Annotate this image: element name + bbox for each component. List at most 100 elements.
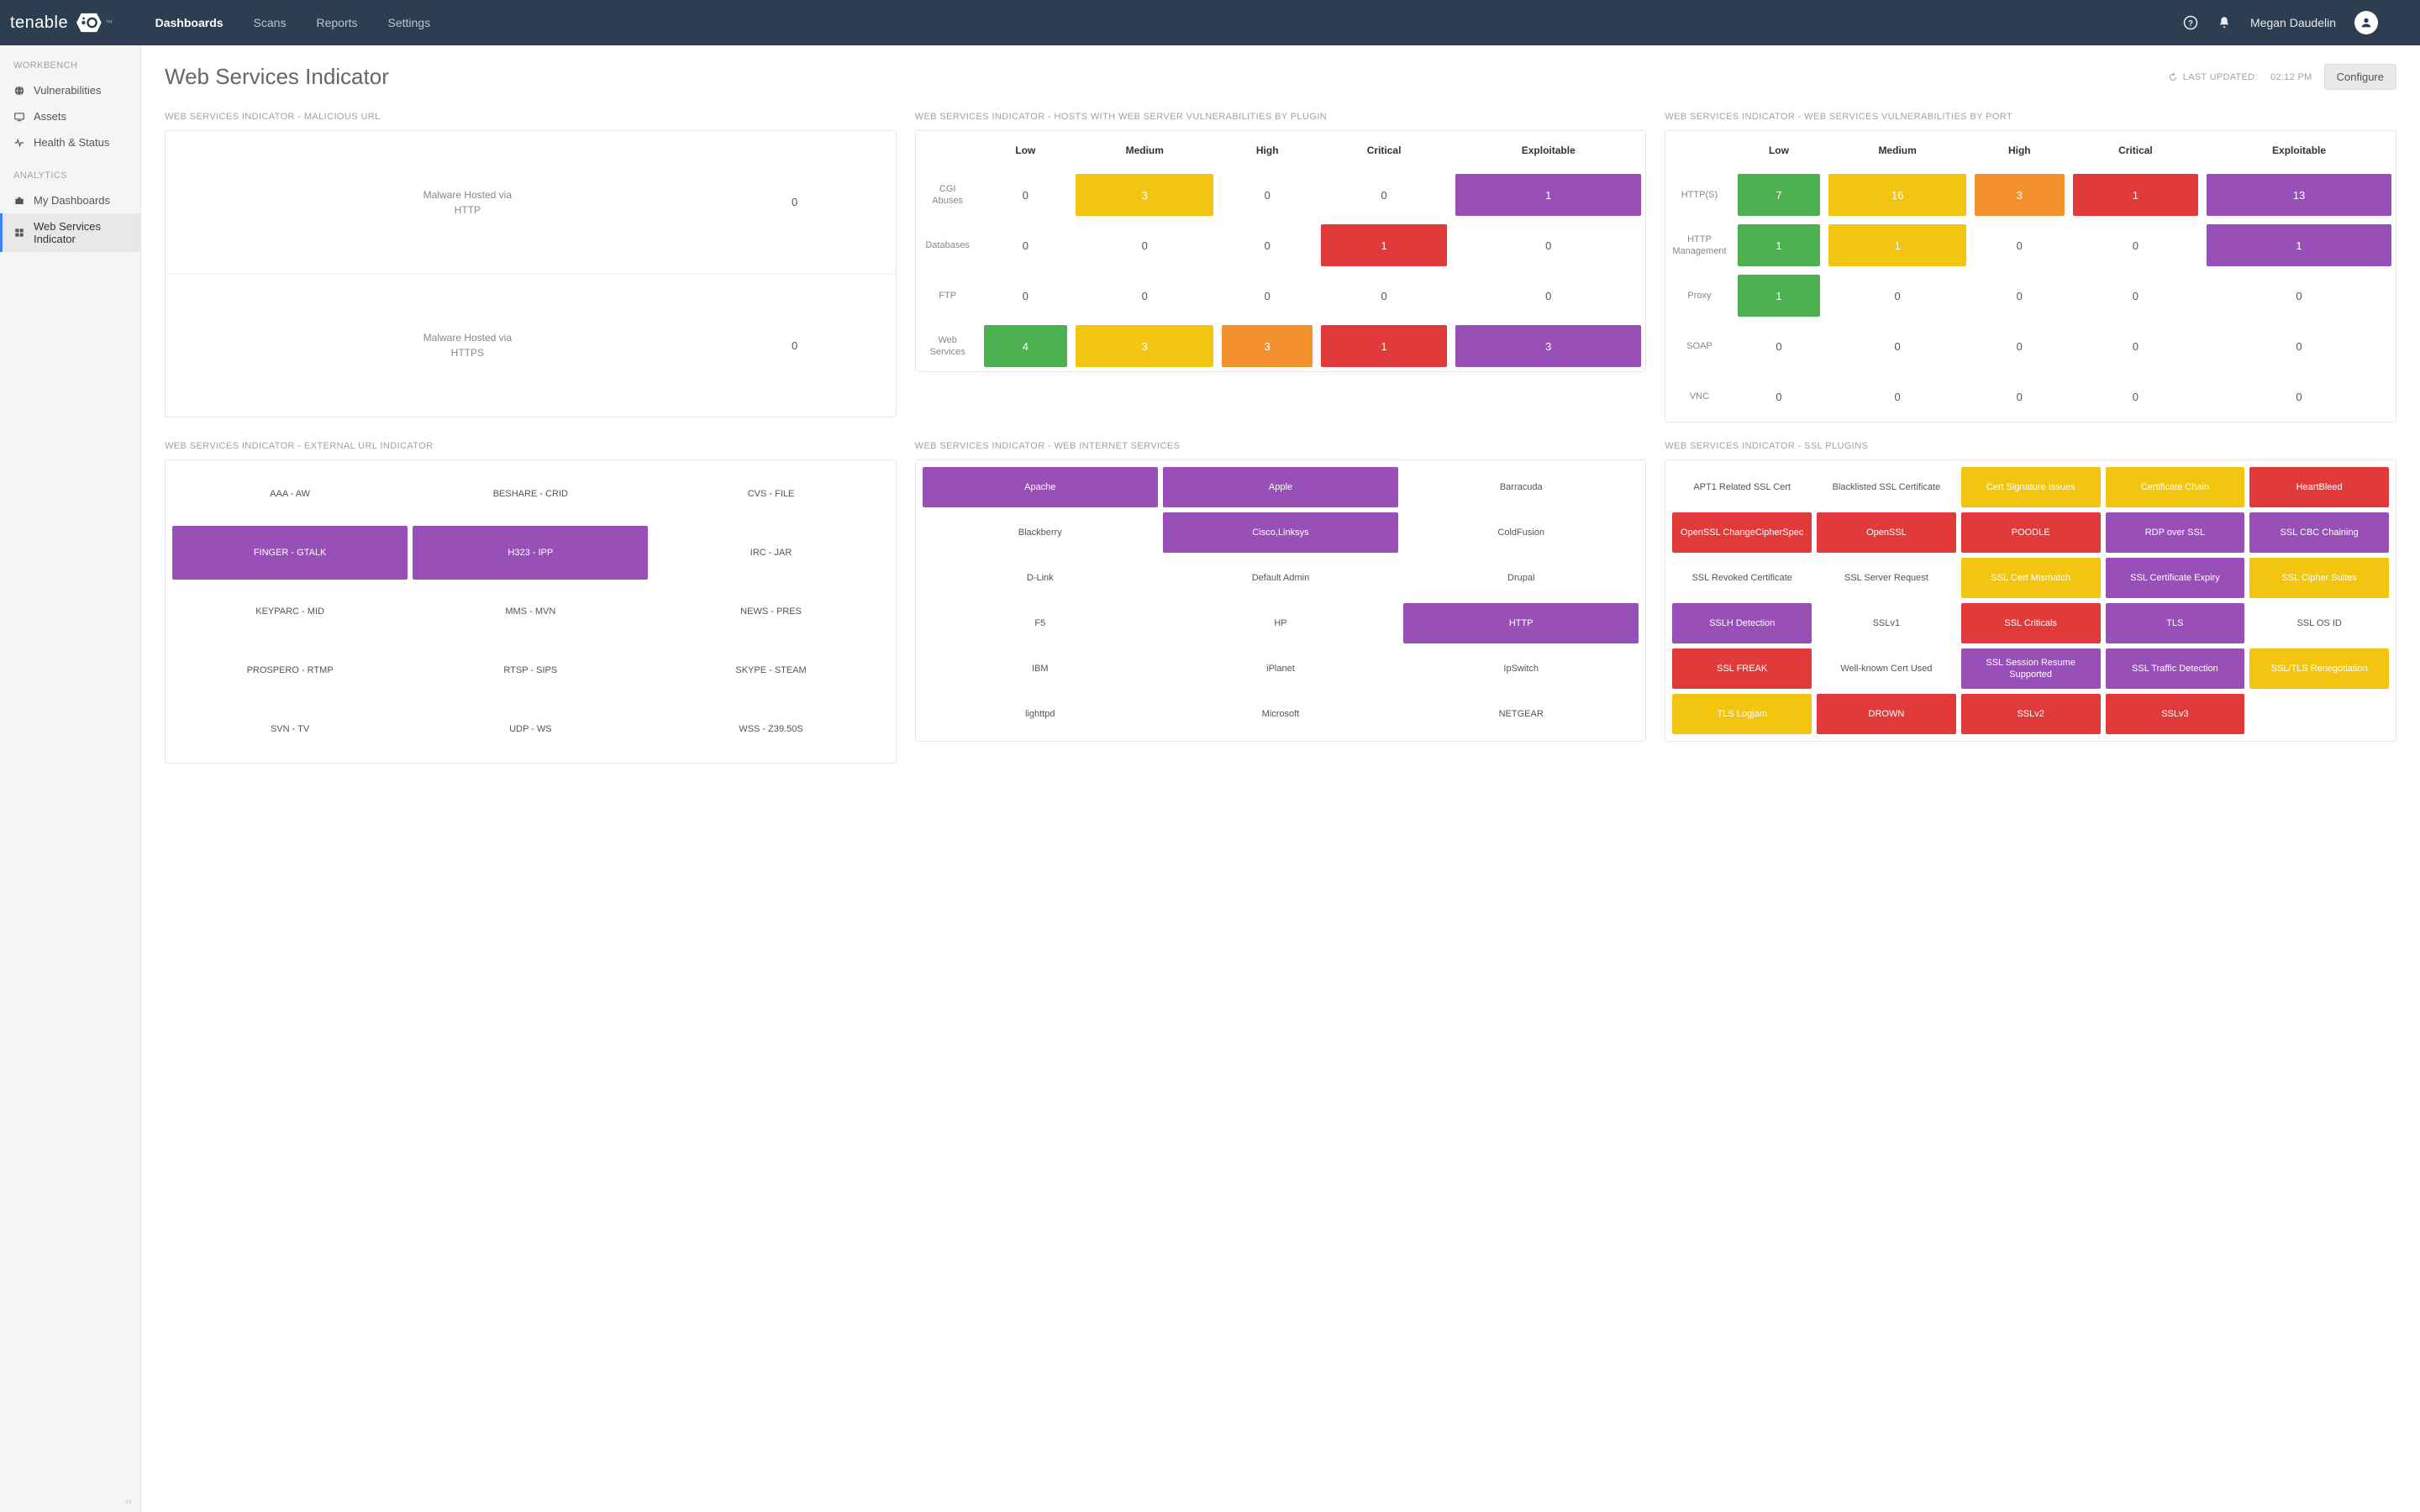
help-icon[interactable]: ?: [2183, 15, 2198, 30]
sidebar-collapse-icon[interactable]: ‹‹: [125, 1495, 132, 1507]
indicator-tile[interactable]: D-Link: [923, 558, 1158, 598]
indicator-tile[interactable]: SKYPE - STEAM: [653, 643, 888, 697]
matrix-cell[interactable]: 0: [1076, 275, 1213, 317]
indicator-tile[interactable]: APT1 Related SSL Cert: [1672, 467, 1812, 507]
matrix-cell[interactable]: 0: [2073, 224, 2198, 266]
indicator-tile[interactable]: UDP - WS: [413, 702, 648, 756]
matrix-cell[interactable]: 0: [1828, 325, 1965, 367]
matrix-cell[interactable]: 1: [1455, 174, 1641, 216]
indicator-tile[interactable]: SSL Cipher Suites: [2249, 558, 2389, 598]
indicator-tile[interactable]: POODLE: [1961, 512, 2101, 553]
indicator-tile[interactable]: Blacklisted SSL Certificate: [1817, 467, 1956, 507]
indicator-tile[interactable]: SSLH Detection: [1672, 603, 1812, 643]
matrix-cell[interactable]: 0: [2073, 325, 2198, 367]
list-row[interactable]: Malware Hosted viaHTTPS0: [166, 274, 896, 417]
indicator-tile[interactable]: Barracuda: [1403, 467, 1639, 507]
indicator-tile[interactable]: DROWN: [1817, 694, 1956, 734]
matrix-cell[interactable]: 1: [1321, 325, 1447, 367]
avatar[interactable]: [2354, 11, 2378, 34]
nav-reports[interactable]: Reports: [316, 16, 357, 29]
matrix-cell[interactable]: 1: [1738, 224, 1821, 266]
matrix-cell[interactable]: 0: [1222, 224, 1313, 266]
matrix-cell[interactable]: 0: [1222, 174, 1313, 216]
sidebar-item-assets[interactable]: Assets: [0, 103, 140, 129]
indicator-tile[interactable]: Default Admin: [1163, 558, 1398, 598]
indicator-tile[interactable]: Microsoft: [1163, 694, 1398, 734]
indicator-tile[interactable]: SSL Traffic Detection: [2106, 648, 2245, 689]
indicator-tile[interactable]: PROSPERO - RTMP: [172, 643, 408, 697]
indicator-tile[interactable]: RTSP - SIPS: [413, 643, 648, 697]
indicator-tile[interactable]: ColdFusion: [1403, 512, 1639, 553]
indicator-tile[interactable]: SSL/TLS Renegotiation: [2249, 648, 2389, 689]
indicator-tile[interactable]: SSLv2: [1961, 694, 2101, 734]
matrix-cell[interactable]: 4: [984, 325, 1067, 367]
matrix-cell[interactable]: 0: [2207, 375, 2391, 417]
indicator-tile[interactable]: OpenSSL: [1817, 512, 1956, 553]
indicator-tile[interactable]: KEYPARC - MID: [172, 585, 408, 638]
sidebar-item-my-dashboards[interactable]: My Dashboards: [0, 187, 140, 213]
indicator-tile[interactable]: SSL Session Resume Supported: [1961, 648, 2101, 689]
brand-logo[interactable]: tenable ™: [10, 12, 113, 34]
indicator-tile[interactable]: Well-known Cert Used: [1817, 648, 1956, 689]
matrix-cell[interactable]: 0: [1222, 275, 1313, 317]
matrix-cell[interactable]: 0: [1975, 375, 2065, 417]
matrix-cell[interactable]: 3: [1455, 325, 1641, 367]
matrix-cell[interactable]: 1: [1738, 275, 1821, 317]
matrix-cell[interactable]: 0: [1828, 275, 1965, 317]
indicator-tile[interactable]: SSLv1: [1817, 603, 1956, 643]
indicator-tile[interactable]: TLS: [2106, 603, 2245, 643]
matrix-cell[interactable]: 0: [1321, 174, 1447, 216]
indicator-tile[interactable]: SSL OS ID: [2249, 603, 2389, 643]
indicator-tile[interactable]: Cert Signature Issues: [1961, 467, 2101, 507]
matrix-cell[interactable]: 1: [1321, 224, 1447, 266]
indicator-tile[interactable]: SSL Server Request: [1817, 558, 1956, 598]
indicator-tile[interactable]: SSL Cert Mismatch: [1961, 558, 2101, 598]
matrix-cell[interactable]: 0: [984, 224, 1067, 266]
indicator-tile[interactable]: Apple: [1163, 467, 1398, 507]
indicator-tile[interactable]: MMS - MVN: [413, 585, 648, 638]
matrix-cell[interactable]: 3: [1076, 174, 1213, 216]
matrix-cell[interactable]: 0: [2073, 375, 2198, 417]
matrix-cell[interactable]: 0: [1321, 275, 1447, 317]
indicator-tile[interactable]: iPlanet: [1163, 648, 1398, 689]
indicator-tile[interactable]: BESHARE - CRID: [413, 467, 648, 521]
refresh-icon[interactable]: [2168, 72, 2178, 82]
indicator-tile[interactable]: Drupal: [1403, 558, 1639, 598]
indicator-tile[interactable]: Certificate Chain: [2106, 467, 2245, 507]
matrix-cell[interactable]: 1: [2207, 224, 2391, 266]
matrix-cell[interactable]: 0: [1738, 325, 1821, 367]
matrix-cell[interactable]: 0: [1828, 375, 1965, 417]
indicator-tile[interactable]: SSL Criticals: [1961, 603, 2101, 643]
indicator-tile[interactable]: SSL FREAK: [1672, 648, 1812, 689]
indicator-tile[interactable]: H323 - IPP: [413, 526, 648, 580]
indicator-tile[interactable]: SSL Certificate Expiry: [2106, 558, 2245, 598]
indicator-tile[interactable]: WSS - Z39.50S: [653, 702, 888, 756]
matrix-cell[interactable]: 0: [1076, 224, 1213, 266]
indicator-tile[interactable]: NETGEAR: [1403, 694, 1639, 734]
nav-dashboards[interactable]: Dashboards: [155, 16, 224, 29]
indicator-tile[interactable]: HTTP: [1403, 603, 1639, 643]
matrix-cell[interactable]: 1: [2073, 174, 2198, 216]
indicator-tile[interactable]: F5: [923, 603, 1158, 643]
indicator-tile[interactable]: SSL Revoked Certificate: [1672, 558, 1812, 598]
configure-button[interactable]: Configure: [2324, 64, 2396, 90]
user-name[interactable]: Megan Daudelin: [2250, 16, 2336, 29]
indicator-tile[interactable]: IpSwitch: [1403, 648, 1639, 689]
indicator-tile[interactable]: SVN - TV: [172, 702, 408, 756]
indicator-tile[interactable]: SSL CBC Chaining: [2249, 512, 2389, 553]
matrix-cell[interactable]: 1: [1828, 224, 1965, 266]
indicator-tile[interactable]: IBM: [923, 648, 1158, 689]
indicator-tile[interactable]: Cisco,Linksys: [1163, 512, 1398, 553]
indicator-tile[interactable]: SSLv3: [2106, 694, 2245, 734]
matrix-cell[interactable]: 0: [984, 174, 1067, 216]
indicator-tile[interactable]: OpenSSL ChangeCipherSpec: [1672, 512, 1812, 553]
matrix-cell[interactable]: 0: [1975, 275, 2065, 317]
matrix-cell[interactable]: 13: [2207, 174, 2391, 216]
sidebar-item-vulnerabilities[interactable]: Vulnerabilities: [0, 77, 140, 103]
indicator-tile[interactable]: lighttpd: [923, 694, 1158, 734]
indicator-tile[interactable]: HP: [1163, 603, 1398, 643]
indicator-tile[interactable]: NEWS - PRES: [653, 585, 888, 638]
bell-icon[interactable]: [2217, 15, 2232, 30]
indicator-tile[interactable]: Blackberry: [923, 512, 1158, 553]
indicator-tile[interactable]: TLS Logjam: [1672, 694, 1812, 734]
